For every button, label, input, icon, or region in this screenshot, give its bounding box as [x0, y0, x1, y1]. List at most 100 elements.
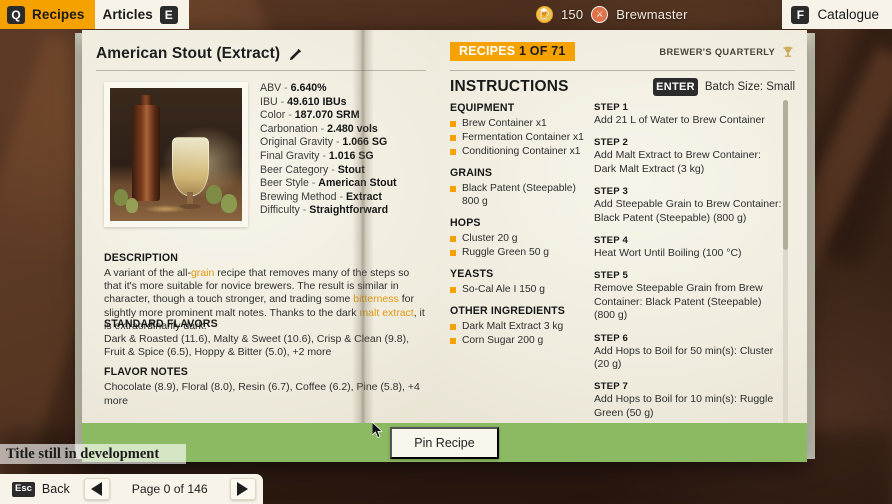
- ingredient-item: So-Cal Ale I 150 g: [450, 283, 584, 296]
- ingredient-item: Brew Container x1: [450, 117, 584, 130]
- ingredients-column: EQUIPMENT Brew Container x1 Fermentation C…: [450, 102, 584, 442]
- bullet-icon: [450, 286, 456, 293]
- recipes-label: RECIPES: [459, 43, 516, 58]
- ingredient-group: EQUIPMENT Brew Container x1 Fermentation C…: [450, 102, 584, 158]
- recipe-title-bar: American Stout (Extract): [96, 41, 426, 67]
- game-screen: Q Recipes Articles E 🍺 150 ⚔ Brewmaster …: [0, 0, 892, 504]
- step-label: STEP 6: [594, 332, 629, 344]
- publication-label: BREWER'S QUARTERLY: [659, 46, 775, 57]
- stat-row: Beer Style - American Stout: [260, 177, 430, 191]
- stat-separator: -: [328, 163, 338, 176]
- book-footer-bar: Pin Recipe: [82, 423, 807, 462]
- ingredient-item: Dark Malt Extract 3 kg: [450, 320, 584, 333]
- back-button[interactable]: Esc Back: [12, 481, 70, 497]
- tab-recipes[interactable]: Q Recipes: [0, 0, 96, 29]
- ingredient-label: Conditioning Container x1: [462, 146, 581, 157]
- header-divider: [450, 70, 795, 71]
- pencil-icon[interactable]: [288, 47, 303, 62]
- stat-label: Brewing Method: [260, 190, 337, 203]
- page-title: American Stout (Extract): [96, 45, 281, 62]
- stat-value: American Stout: [318, 177, 397, 190]
- description-highlight[interactable]: malt extract: [359, 307, 413, 319]
- step-text: Heat Wort Until Boiling (100 °C): [594, 247, 742, 260]
- recipe-thumbnail: [104, 82, 248, 227]
- stat-row: Original Gravity - 1.066 SG: [260, 136, 430, 150]
- ingredient-group-heading: HOPS: [450, 217, 481, 229]
- ingredient-group-heading: EQUIPMENT: [450, 102, 515, 114]
- beer-glass: [172, 137, 209, 196]
- ingredient-group-heading: GRAINS: [450, 167, 493, 179]
- stat-label: ABV: [260, 82, 282, 94]
- stat-value: 2.480 vols: [327, 122, 378, 135]
- stat-value: 6.640%: [290, 82, 327, 94]
- key-f-icon: F: [791, 5, 810, 24]
- flavors-section: STANDARD FLAVORS Dark & Roasted (11.6), …: [104, 318, 428, 408]
- recipes-count: 1 OF 71: [518, 43, 566, 58]
- rank-label: Brewmaster: [616, 7, 688, 22]
- recipe-stats: ABV - 6.640% IBU - 49.610 IBUs Color - 187…: [260, 82, 430, 218]
- stat-separator: -: [277, 95, 288, 108]
- batch-size-control[interactable]: ENTER Batch Size: Small: [653, 78, 795, 96]
- step-item: STEP 3 Add Steepable Grain to Brew Contai…: [594, 186, 784, 225]
- ingredient-label: Black Patent (Steepable) 800 g: [462, 183, 576, 207]
- stat-separator: -: [336, 190, 346, 203]
- stat-label: IBU: [260, 95, 278, 108]
- steps-list: STEP 1 Add 21 L of Water to Brew Containe…: [594, 102, 784, 420]
- tab-recipes-label: Recipes: [32, 7, 85, 22]
- step-text: Add Malt Extract to Brew Container: Dark…: [594, 149, 761, 175]
- step-label: STEP 2: [594, 137, 629, 149]
- stat-value: 1.066 SG: [342, 136, 388, 149]
- instructions-header: INSTRUCTIONS ENTER Batch Size: Small: [450, 76, 795, 98]
- stat-label: Beer Style: [260, 177, 309, 190]
- trophy-icon: [783, 46, 793, 57]
- stat-row: Color - 187.070 SRM: [260, 109, 430, 123]
- key-e-icon: E: [159, 5, 178, 24]
- next-page-button[interactable]: [229, 478, 256, 500]
- tab-group: Q Recipes Articles E: [0, 0, 189, 29]
- right-page: RECIPES 1 OF 71 BREWER'S QUARTERLY INSTR…: [440, 30, 807, 462]
- ingredient-label: So-Cal Ale I 150 g: [462, 284, 545, 295]
- back-label: Back: [41, 482, 70, 496]
- stat-row: ABV - 6.640%: [260, 82, 430, 96]
- stat-row: Beer Category - Stout: [260, 164, 430, 178]
- description-highlight[interactable]: bitterness: [353, 293, 399, 305]
- bullet-icon: [450, 134, 456, 141]
- scrollbar-thumb[interactable]: [783, 100, 788, 250]
- description-highlight[interactable]: grain: [191, 267, 214, 279]
- ingredient-item: Cluster 20 g: [450, 232, 584, 245]
- page-indicator: Page 0 of 146: [131, 482, 208, 496]
- publication-badge: BREWER'S QUARTERLY: [659, 45, 795, 59]
- bottom-nav-bar: Esc Back Page 0 of 146: [0, 474, 263, 504]
- stat-value: 49.610 IBUs: [287, 95, 347, 108]
- bullet-icon: [450, 337, 456, 344]
- prev-page-button[interactable]: [83, 478, 110, 500]
- stat-label: Carbonation: [260, 122, 318, 135]
- stat-separator: -: [285, 109, 295, 122]
- recipe-book: American Stout (Extract) ABV - 6.640% IB…: [82, 30, 807, 462]
- key-enter-icon: ENTER: [653, 78, 698, 96]
- steps-column: STEP 1 Add 21 L of Water to Brew Containe…: [594, 100, 788, 442]
- ingredient-item: Corn Sugar 200 g: [450, 334, 584, 347]
- stat-separator: -: [317, 122, 328, 135]
- status-indicators: 🍺 150 ⚔ Brewmaster: [536, 0, 688, 29]
- steps-scrollbar[interactable]: [783, 100, 788, 436]
- catalogue-button[interactable]: F Catalogue: [782, 0, 892, 29]
- step-label: STEP 4: [594, 235, 629, 247]
- step-label: STEP 3: [594, 186, 629, 198]
- mouse-cursor: [372, 422, 383, 438]
- flavor-notes-text: Chocolate (8.9), Floral (8.0), Resin (6.…: [104, 381, 420, 407]
- ingredient-item: Black Patent (Steepable) 800 g: [450, 182, 584, 208]
- tab-articles[interactable]: Articles E: [95, 0, 189, 29]
- step-item: STEP 4 Heat Wort Until Boiling (100 °C): [594, 235, 784, 260]
- tab-articles-label: Articles: [102, 7, 153, 22]
- step-text: Add 21 L of Water to Brew Container: [594, 114, 765, 126]
- recipe-nav-header: RECIPES 1 OF 71 BREWER'S QUARTERLY: [450, 41, 795, 62]
- step-label: STEP 5: [594, 270, 629, 282]
- key-q-icon: Q: [7, 5, 25, 24]
- pin-recipe-button[interactable]: Pin Recipe: [390, 426, 499, 459]
- ingredient-group-heading: YEASTS: [450, 268, 494, 280]
- stat-value: Stout: [337, 163, 365, 176]
- stat-label: Color: [260, 109, 286, 122]
- stat-separator: -: [319, 149, 329, 162]
- ingredient-label: Fermentation Container x1: [462, 132, 584, 143]
